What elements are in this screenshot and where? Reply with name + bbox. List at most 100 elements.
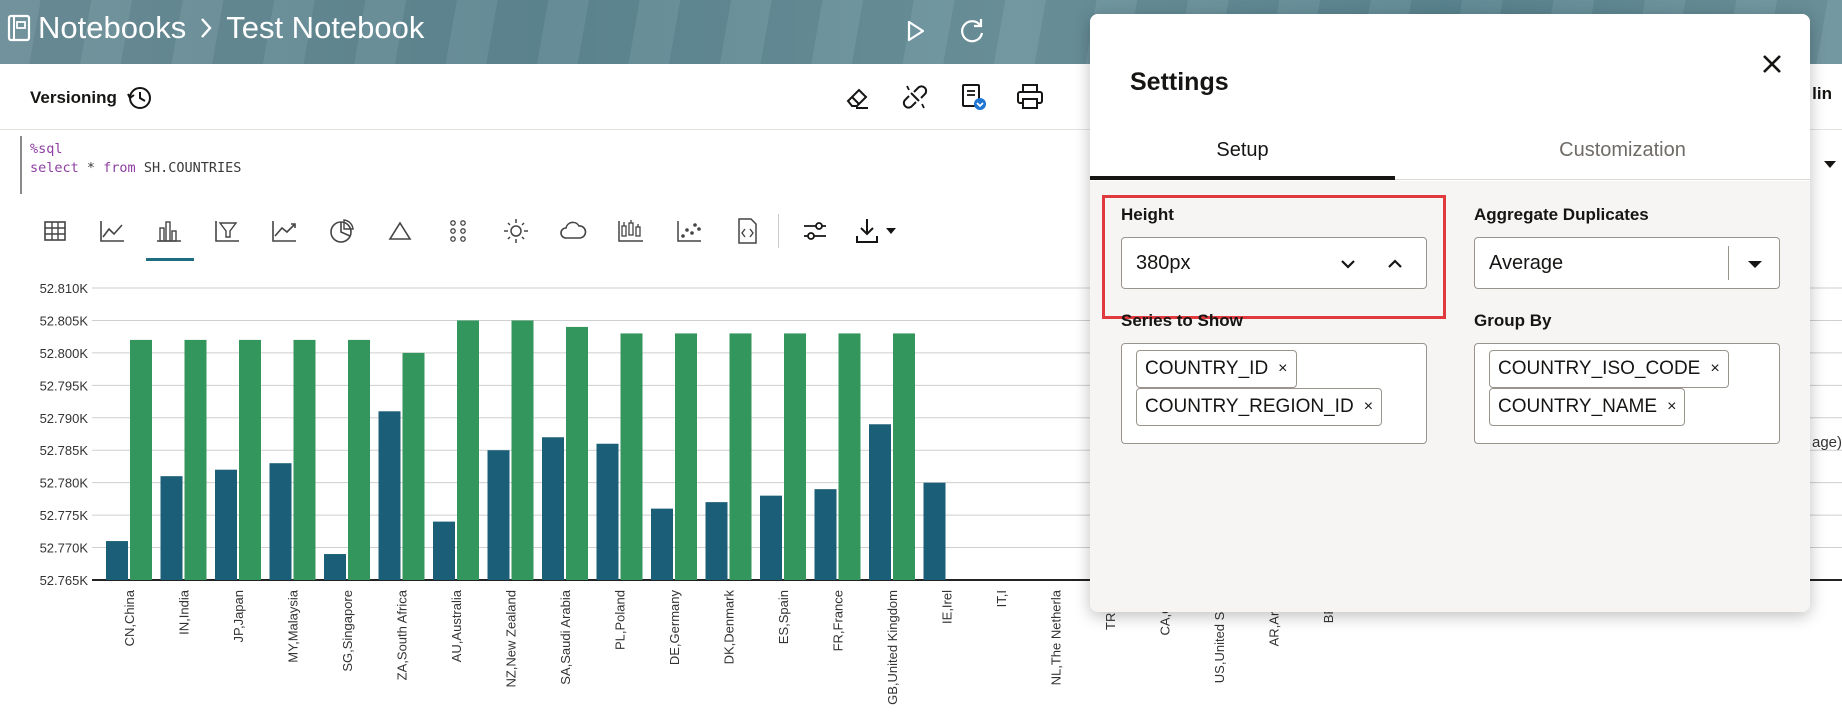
bar: [651, 508, 673, 580]
save-notebook-icon[interactable]: [958, 82, 988, 112]
table-view-icon[interactable]: [40, 216, 70, 246]
x-tick-label: IE,Irel: [940, 590, 955, 624]
breadcrumb: Notebooks Test Notebook: [6, 10, 424, 46]
chip-remove-icon[interactable]: ×: [1667, 398, 1676, 416]
series-chip-label: COUNTRY_REGION_ID: [1145, 396, 1354, 417]
eraser-icon[interactable]: [842, 82, 872, 112]
run-icon[interactable]: [898, 14, 932, 48]
bar: [784, 333, 806, 580]
bar: [215, 469, 237, 580]
funnel-chart-icon[interactable]: [212, 216, 242, 246]
refresh-icon[interactable]: [955, 14, 989, 48]
bar: [130, 339, 152, 580]
x-tick-label: GB,United Kingdom: [885, 590, 900, 705]
x-tick-label: NL,The Netherla: [1049, 589, 1064, 685]
print-icon[interactable]: [1015, 82, 1045, 112]
x-tick-label: FR,France: [831, 590, 846, 651]
y-tick-label: 52.785K: [40, 443, 89, 458]
box-plot-icon[interactable]: [616, 216, 646, 246]
tab-setup[interactable]: Setup: [1090, 128, 1395, 180]
notebook-app: Notebooks Test Notebook Versioning lin %…: [0, 0, 1842, 720]
notebook-icon: [7, 14, 31, 42]
height-value: 380px: [1136, 252, 1191, 274]
versioning-label: Versioning: [30, 88, 117, 107]
pie-chart-icon[interactable]: [327, 216, 357, 246]
x-tick-label: NZ,New Zealand: [504, 590, 519, 688]
group-by-field[interactable]: COUNTRY_ISO_CODE × COUNTRY_NAME ×: [1474, 343, 1780, 444]
bar: [760, 495, 782, 580]
group-by-chip-label: COUNTRY_NAME: [1498, 396, 1658, 417]
settings-title: Settings: [1130, 68, 1229, 96]
y-tick-label: 52.795K: [40, 378, 89, 393]
sunburst-chart-icon[interactable]: [501, 216, 531, 246]
aggregate-duplicates-select[interactable]: Average: [1474, 237, 1780, 289]
scatter-grid-icon[interactable]: [443, 216, 473, 246]
unlink-icon[interactable]: [900, 82, 930, 112]
height-stepper[interactable]: 380px: [1121, 237, 1427, 289]
line-chart-icon[interactable]: [97, 216, 127, 246]
tag-cloud-icon[interactable]: [558, 216, 588, 246]
bar: [729, 333, 752, 580]
bar: [293, 339, 316, 580]
select-divider: [1728, 246, 1729, 280]
aggregate-duplicates-label: Aggregate Duplicates: [1474, 205, 1649, 224]
chart-settings-sliders-icon[interactable]: [800, 216, 830, 246]
x-tick-label: DE,Germany: [667, 590, 682, 666]
bar: [433, 521, 455, 580]
bar: [596, 443, 619, 580]
versioning-button[interactable]: Versioning: [30, 84, 153, 112]
chip-remove-icon[interactable]: ×: [1364, 398, 1373, 416]
x-tick-label: MY,Malaysia: [286, 589, 301, 663]
y-tick-label: 52.800K: [40, 346, 89, 361]
settings-tabs: Setup Customization: [1090, 128, 1810, 180]
bar: [566, 326, 588, 580]
bar: [269, 463, 292, 580]
code-cell-editor[interactable]: %sql select * from SH.COUNTRIES: [20, 136, 1120, 194]
x-tick-label: IN,India: [177, 589, 192, 635]
settings-dialog: Settings Setup Customization Height 380p…: [1090, 14, 1810, 612]
code-file-icon[interactable]: [732, 216, 762, 246]
group-by-chip: COUNTRY_NAME ×: [1489, 388, 1686, 426]
tab-customization[interactable]: Customization: [1470, 128, 1775, 180]
series-to-show-label: Series to Show: [1121, 311, 1243, 330]
bar: [511, 320, 534, 580]
cell-dropdown-caret-icon[interactable]: [1822, 158, 1838, 170]
series-chip-label: COUNTRY_ID: [1145, 358, 1269, 379]
x-tick-label: IT,I: [994, 590, 1009, 607]
x-tick-label: AU,Australia: [449, 589, 464, 662]
close-icon[interactable]: [1758, 50, 1786, 78]
code-table-name: SH.COUNTRIES: [135, 160, 242, 176]
series-to-show-field[interactable]: COUNTRY_ID × COUNTRY_REGION_ID ×: [1121, 343, 1427, 444]
chip-remove-icon[interactable]: ×: [1710, 360, 1719, 378]
x-tick-label: ES,Spain: [776, 590, 791, 644]
chevron-right-icon: [201, 18, 212, 38]
x-tick-label: SG,Singapore: [340, 590, 355, 672]
scatter-plot-icon[interactable]: [674, 216, 704, 246]
y-tick-label: 52.765K: [40, 573, 89, 588]
bar: [348, 339, 370, 580]
code-magic: %sql: [30, 141, 63, 157]
chevron-down-icon[interactable]: [1336, 252, 1360, 276]
breadcrumb-notebooks[interactable]: Notebooks: [38, 10, 186, 46]
x-tick-label: ZA,South Africa: [395, 589, 410, 680]
chevron-up-icon[interactable]: [1383, 252, 1407, 276]
chip-remove-icon[interactable]: ×: [1278, 360, 1287, 378]
bar: [324, 554, 346, 580]
code-keyword-select: select: [30, 160, 79, 176]
code-keyword-from: from: [103, 160, 136, 176]
caret-down-icon[interactable]: [1743, 252, 1767, 276]
series-chip: COUNTRY_REGION_ID ×: [1136, 388, 1383, 426]
chartbar-divider: [778, 214, 779, 248]
bar-chart-icon[interactable]: [154, 216, 184, 246]
download-icon[interactable]: [854, 216, 898, 246]
y-tick-label: 52.775K: [40, 508, 89, 523]
area-chart-icon[interactable]: [269, 216, 299, 246]
group-by-chip-label: COUNTRY_ISO_CODE: [1498, 358, 1701, 379]
bar: [402, 352, 425, 580]
bar: [160, 476, 183, 580]
bar: [620, 333, 643, 580]
bar: [378, 411, 401, 580]
height-label: Height: [1121, 205, 1174, 224]
pyramid-chart-icon[interactable]: [385, 216, 415, 246]
bar: [106, 541, 128, 580]
